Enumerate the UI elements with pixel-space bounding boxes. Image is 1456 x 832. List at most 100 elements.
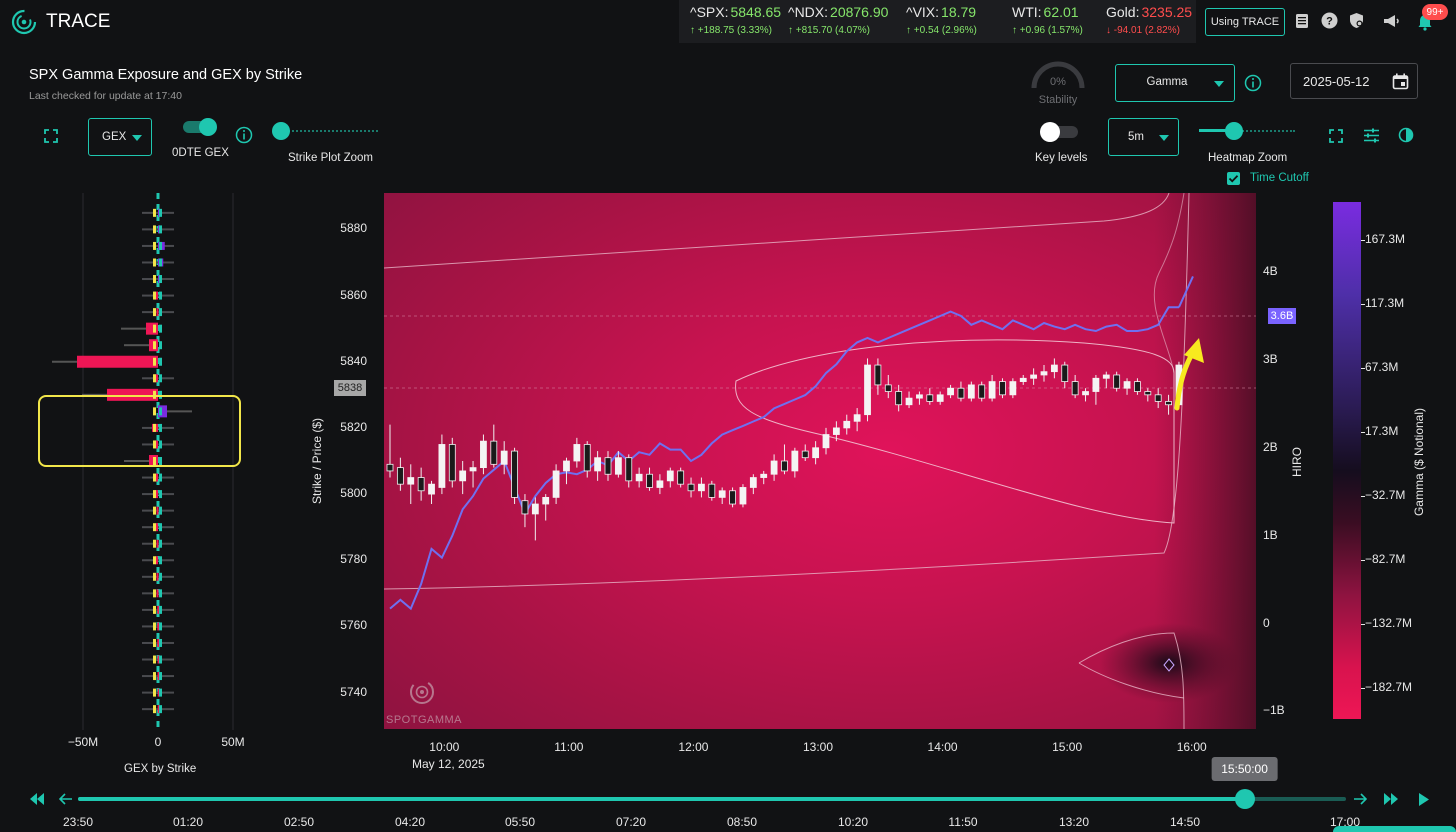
strike-zoom-slider[interactable] bbox=[272, 121, 380, 141]
candle-body-up bbox=[936, 394, 944, 402]
timeline-tick: 02:50 bbox=[283, 815, 315, 829]
ticker-3[interactable]: WTI: 62.01 ↑ +0.96 (1.57%) bbox=[1012, 0, 1112, 42]
metric-info-icon[interactable] bbox=[1243, 73, 1263, 93]
candle-body-up bbox=[1102, 374, 1110, 379]
date-picker[interactable]: 2025-05-12 bbox=[1290, 63, 1418, 99]
strike-xtick: 50M bbox=[221, 735, 245, 749]
gex-bar[interactable] bbox=[157, 622, 160, 631]
candle bbox=[729, 487, 736, 508]
gex-marker-call bbox=[153, 308, 156, 317]
gex-bar[interactable] bbox=[156, 539, 159, 548]
main-ytick: 5800 bbox=[340, 486, 367, 501]
candle bbox=[864, 358, 871, 422]
security-icon[interactable] bbox=[1347, 11, 1365, 29]
candle-body-up bbox=[542, 496, 550, 505]
hiro-tick: 4B bbox=[1263, 264, 1278, 279]
expand-heatmap-icon[interactable] bbox=[1328, 128, 1344, 144]
zero-dte-label: 0DTE GEX bbox=[172, 147, 229, 159]
gex-bar-extension bbox=[121, 327, 146, 330]
ticker-quote: ^SPX: 5848.65 bbox=[690, 4, 781, 20]
colorbar-tick: 67.3M bbox=[1365, 359, 1399, 374]
step-forward-icon[interactable] bbox=[1352, 791, 1368, 807]
candle-body-down bbox=[625, 457, 633, 482]
ticker-0[interactable]: ^SPX: 5848.65 ↑ +188.75 (3.33%) bbox=[690, 0, 790, 42]
gex-bar[interactable] bbox=[156, 589, 159, 598]
zero-dte-toggle[interactable] bbox=[183, 118, 219, 136]
gex-bar[interactable] bbox=[156, 308, 159, 317]
interval-select-value: 5m bbox=[1128, 131, 1144, 143]
key-levels-toggle[interactable] bbox=[1040, 122, 1078, 142]
gex-marker-put bbox=[159, 523, 162, 532]
skip-back-icon[interactable] bbox=[28, 791, 46, 807]
gex-info-icon[interactable] bbox=[235, 126, 253, 144]
candle-body-up bbox=[770, 460, 778, 475]
candle-body-down bbox=[687, 483, 695, 492]
metric-select-value: Gamma bbox=[1146, 76, 1188, 88]
strike-highlight-box bbox=[38, 395, 241, 467]
candle-body-down bbox=[490, 440, 498, 465]
candle-body-down bbox=[1154, 394, 1162, 402]
candle-body-down bbox=[511, 450, 518, 498]
watermark-text: SPOTGAMMA bbox=[386, 714, 462, 726]
time-cutoff-checkbox[interactable] bbox=[1227, 172, 1240, 185]
interval-select[interactable]: 5m bbox=[1108, 118, 1179, 156]
calendar-icon[interactable] bbox=[1392, 73, 1409, 90]
candle-body-down bbox=[583, 444, 591, 472]
gex-marker-call bbox=[153, 275, 156, 284]
ticker-4[interactable]: Gold: 3235.25 ↓ -94.01 (2.82%) bbox=[1106, 0, 1206, 42]
ticker-quote: Gold: 3235.25 bbox=[1106, 4, 1192, 20]
candle-body-up bbox=[614, 457, 622, 475]
gex-bar[interactable] bbox=[157, 605, 160, 614]
gex-marker-call bbox=[153, 589, 156, 598]
contrast-icon[interactable] bbox=[1397, 126, 1415, 144]
gex-bar[interactable] bbox=[77, 355, 158, 368]
using-trace-button[interactable]: Using TRACE bbox=[1205, 8, 1285, 36]
gex-bar[interactable] bbox=[157, 638, 160, 647]
corner-tab bbox=[1333, 826, 1456, 832]
help-icon[interactable]: ? bbox=[1320, 11, 1338, 29]
candle-body-up bbox=[1030, 374, 1038, 379]
candle-body-down bbox=[926, 394, 934, 402]
candle-body-down bbox=[708, 483, 716, 498]
ticker-2[interactable]: ^VIX: 18.79 ↑ +0.54 (2.96%) bbox=[906, 0, 1006, 42]
gex-select[interactable]: GEX bbox=[88, 118, 152, 156]
hiro-tick: 1B bbox=[1263, 527, 1278, 542]
metric-select[interactable]: Gamma bbox=[1115, 64, 1235, 102]
candle-body-down bbox=[999, 381, 1006, 396]
gex-marker-put bbox=[159, 655, 162, 664]
docs-icon[interactable] bbox=[1293, 12, 1311, 30]
gex-marker-put bbox=[159, 208, 162, 217]
gex-bar[interactable] bbox=[146, 322, 158, 335]
timeline-track[interactable] bbox=[78, 789, 1346, 809]
candle-body-down bbox=[978, 384, 986, 399]
candle-body-up bbox=[1082, 391, 1089, 396]
app-logo[interactable] bbox=[10, 8, 38, 36]
expand-strike-icon[interactable] bbox=[43, 128, 59, 144]
heatmap-zoom-slider[interactable] bbox=[1199, 121, 1297, 141]
ticker-1[interactable]: ^NDX: 20876.90 ↑ +815.70 (4.07%) bbox=[788, 0, 888, 42]
gex-marker-put bbox=[159, 688, 162, 697]
skip-forward-icon[interactable] bbox=[1382, 791, 1400, 807]
candle-body-down bbox=[646, 473, 653, 488]
candle bbox=[1009, 378, 1017, 399]
gex-marker-call bbox=[153, 258, 156, 267]
announcements-icon[interactable] bbox=[1381, 12, 1401, 30]
play-icon[interactable] bbox=[1416, 791, 1432, 807]
candle bbox=[1113, 371, 1121, 392]
settings-sliders-icon[interactable] bbox=[1362, 126, 1380, 144]
hiro-tick: 0 bbox=[1263, 615, 1270, 630]
timeline-tick: 14:50 bbox=[1169, 815, 1201, 829]
main-xtick: 14:00 bbox=[927, 740, 958, 754]
candle-body-up bbox=[822, 434, 830, 449]
step-back-icon[interactable] bbox=[58, 791, 74, 807]
gex-marker-put bbox=[159, 605, 162, 614]
gex-bar[interactable] bbox=[155, 523, 158, 532]
timeline-thumb[interactable] bbox=[1234, 789, 1255, 809]
chevron-down-icon bbox=[1214, 81, 1224, 87]
gamma-heatmap-chart[interactable]: SPOTGAMMA bbox=[384, 193, 1256, 729]
gex-bar[interactable] bbox=[156, 506, 159, 515]
gex-marker-call bbox=[153, 490, 156, 499]
gex-bar[interactable] bbox=[156, 572, 159, 581]
stability-gauge: 0% Stability bbox=[1028, 60, 1088, 110]
candle-body-up bbox=[635, 473, 643, 482]
